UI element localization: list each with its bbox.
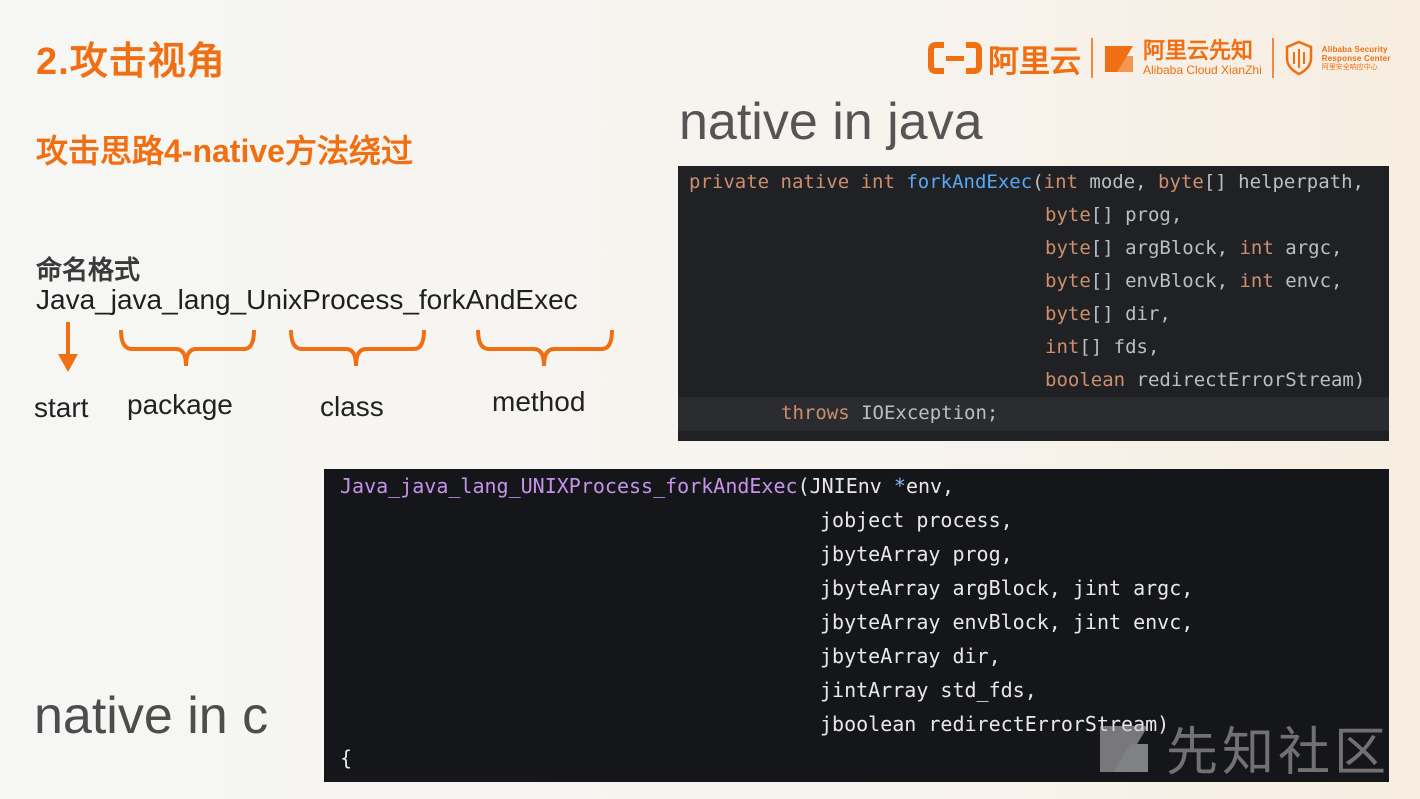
asrc-cn-label: 阿里安全响应中心 xyxy=(1321,63,1378,71)
code-line: { xyxy=(340,746,353,770)
shield-icon xyxy=(1285,40,1312,76)
class-brace xyxy=(289,329,426,367)
code-line: jobject process, xyxy=(820,508,1013,532)
code-line: byte[] prog, xyxy=(1045,204,1183,226)
asrc-logo-text: Alibaba Security Response Center 阿里安全响应中… xyxy=(1322,45,1391,72)
watermark: 先知社区 xyxy=(1096,710,1390,785)
xianzhi-logo-text: 阿里云先知 Alibaba Cloud XianZhi xyxy=(1143,38,1262,78)
aliyun-logo-icon xyxy=(928,42,982,74)
xianzhi-watermark-icon xyxy=(1099,725,1148,772)
logo-divider xyxy=(1091,38,1093,78)
java-code-block: private native int forkAndExec(int mode,… xyxy=(678,166,1389,441)
start-arrow-icon xyxy=(58,322,78,372)
package-brace xyxy=(119,329,256,367)
code-line: jbyteArray argBlock, jint argc, xyxy=(820,576,1194,600)
code-line: byte[] argBlock, int argc, xyxy=(1045,237,1343,259)
code-line: byte[] dir, xyxy=(1045,303,1171,325)
native-c-heading: native in c xyxy=(34,687,269,745)
watermark-text: 先知社区 xyxy=(1165,724,1390,782)
method-brace xyxy=(476,329,614,367)
code-line: Java_java_lang_UNIXProcess_forkAndExec(J… xyxy=(340,474,955,498)
code-line: int[] fds, xyxy=(1045,336,1160,358)
code-line: private native int forkAndExec(int mode,… xyxy=(689,171,1364,193)
code-line: boolean redirectErrorStream) xyxy=(1045,369,1366,391)
logo-divider xyxy=(1271,38,1274,78)
xianzhi-logo-icon xyxy=(1105,46,1133,72)
xianzhi-en-label: Alibaba Cloud XianZhi xyxy=(1143,63,1262,77)
segment-package-label: package xyxy=(127,389,233,420)
asrc-en-line2: Response Center xyxy=(1321,53,1391,63)
code-line: jbyteArray prog, xyxy=(820,542,1013,566)
xianzhi-cn-label: 阿里云先知 xyxy=(1143,38,1254,63)
segment-method-label: method xyxy=(492,386,586,417)
logo-bar: 阿里云 阿里云先知 Alibaba Cloud XianZhi Alibaba … xyxy=(928,36,1391,80)
asrc-en-line1: Alibaba Security xyxy=(1321,44,1388,54)
code-line: jintArray std_fds, xyxy=(820,678,1037,702)
code-line: throws IOException; xyxy=(781,402,999,424)
segment-class-label: class xyxy=(320,391,384,422)
segment-start-label: start xyxy=(34,392,89,423)
naming-annotation-graphics xyxy=(58,322,614,372)
code-line: jbyteArray dir, xyxy=(820,644,1001,668)
native-java-heading: native in java xyxy=(679,93,983,151)
code-line: jbyteArray envBlock, jint envc, xyxy=(820,610,1194,634)
aliyun-logo-text: 阿里云 xyxy=(988,43,1081,79)
code-line: byte[] envBlock, int envc, xyxy=(1045,270,1343,292)
